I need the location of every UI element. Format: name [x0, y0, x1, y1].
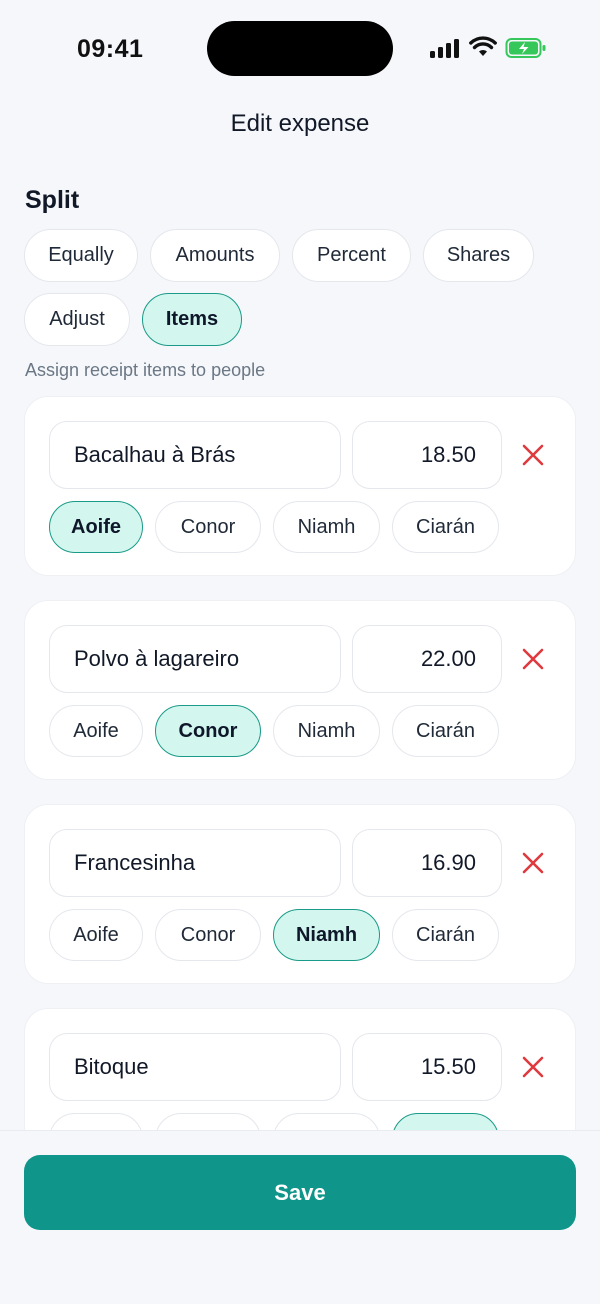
assignee-chip-ciaran[interactable]: Ciarán — [392, 909, 499, 961]
remove-item-icon[interactable] — [519, 441, 547, 469]
status-bar: 09:41 — [0, 0, 600, 96]
assignee-chip-conor[interactable]: Conor — [155, 1113, 261, 1130]
assignee-chip-row: Aoife Conor Niamh Ciarán — [49, 1113, 499, 1130]
page-title: Edit expense — [230, 110, 370, 137]
save-button[interactable]: Save — [24, 1155, 576, 1230]
remove-item-icon[interactable] — [519, 645, 547, 673]
assignee-chip-niamh[interactable]: Niamh — [273, 909, 380, 961]
split-mode-equally[interactable]: Equally — [24, 229, 138, 282]
split-mode-shares[interactable]: Shares — [423, 229, 534, 282]
remove-item-icon[interactable] — [519, 849, 547, 877]
item-amount-input[interactable]: 16.90 — [352, 829, 502, 897]
receipt-item-card: Bitoque 15.50 Aoife Conor Niamh Ciarán — [24, 1008, 576, 1130]
status-time: 09:41 — [77, 35, 144, 63]
receipt-item-card: Polvo à lagareiro 22.00 Aoife Conor Niam… — [24, 600, 576, 780]
receipt-item-card: Bacalhau à Brás 18.50 Aoife Conor Niamh … — [24, 396, 576, 576]
assignee-chip-conor[interactable]: Conor — [155, 705, 261, 757]
assignee-chip-aoife[interactable]: Aoife — [49, 1113, 143, 1130]
assignee-chip-aoife[interactable]: Aoife — [49, 705, 143, 757]
footer-bar: Save — [0, 1130, 600, 1304]
assignee-chip-ciaran[interactable]: Ciarán — [392, 1113, 499, 1130]
split-mode-row: Adjust Items — [24, 293, 242, 346]
assignee-chip-aoife[interactable]: Aoife — [49, 501, 143, 553]
receipt-item-card: Francesinha 16.90 Aoife Conor Niamh Ciar… — [24, 804, 576, 984]
assignee-chip-ciaran[interactable]: Ciarán — [392, 501, 499, 553]
assignee-chip-row: Aoife Conor Niamh Ciarán — [49, 501, 499, 553]
assignee-chip-row: Aoife Conor Niamh Ciarán — [49, 909, 499, 961]
receipt-items-list[interactable]: Bacalhau à Brás 18.50 Aoife Conor Niamh … — [0, 396, 600, 1130]
item-name-input[interactable]: Polvo à lagareiro — [49, 625, 341, 693]
split-helper-text: Assign receipt items to people — [25, 360, 266, 380]
assignee-chip-niamh[interactable]: Niamh — [273, 705, 380, 757]
assignee-chip-conor[interactable]: Conor — [155, 909, 261, 961]
battery-charging-icon — [505, 38, 546, 58]
split-mode-percent[interactable]: Percent — [292, 229, 411, 282]
split-mode-amounts[interactable]: Amounts — [150, 229, 280, 282]
item-name-input[interactable]: Bitoque — [49, 1033, 341, 1101]
remove-item-icon[interactable] — [519, 1053, 547, 1081]
assignee-chip-niamh[interactable]: Niamh — [273, 1113, 380, 1130]
assignee-chip-aoife[interactable]: Aoife — [49, 909, 143, 961]
assignee-chip-conor[interactable]: Conor — [155, 501, 261, 553]
dynamic-island — [207, 21, 393, 76]
item-amount-input[interactable]: 18.50 — [352, 421, 502, 489]
split-mode-adjust[interactable]: Adjust — [24, 293, 130, 346]
split-section-title: Split — [25, 186, 80, 214]
cellular-signal-icon — [430, 39, 460, 58]
item-name-input[interactable]: Francesinha — [49, 829, 341, 897]
split-mode-items[interactable]: Items — [142, 293, 242, 346]
split-mode-row: Equally Amounts Percent Shares — [24, 229, 534, 282]
item-amount-input[interactable]: 22.00 — [352, 625, 502, 693]
item-name-input[interactable]: Bacalhau à Brás — [49, 421, 341, 489]
wifi-icon — [469, 36, 497, 56]
assignee-chip-ciaran[interactable]: Ciarán — [392, 705, 499, 757]
item-amount-input[interactable]: 15.50 — [352, 1033, 502, 1101]
assignee-chip-row: Aoife Conor Niamh Ciarán — [49, 705, 499, 757]
assignee-chip-niamh[interactable]: Niamh — [273, 501, 380, 553]
